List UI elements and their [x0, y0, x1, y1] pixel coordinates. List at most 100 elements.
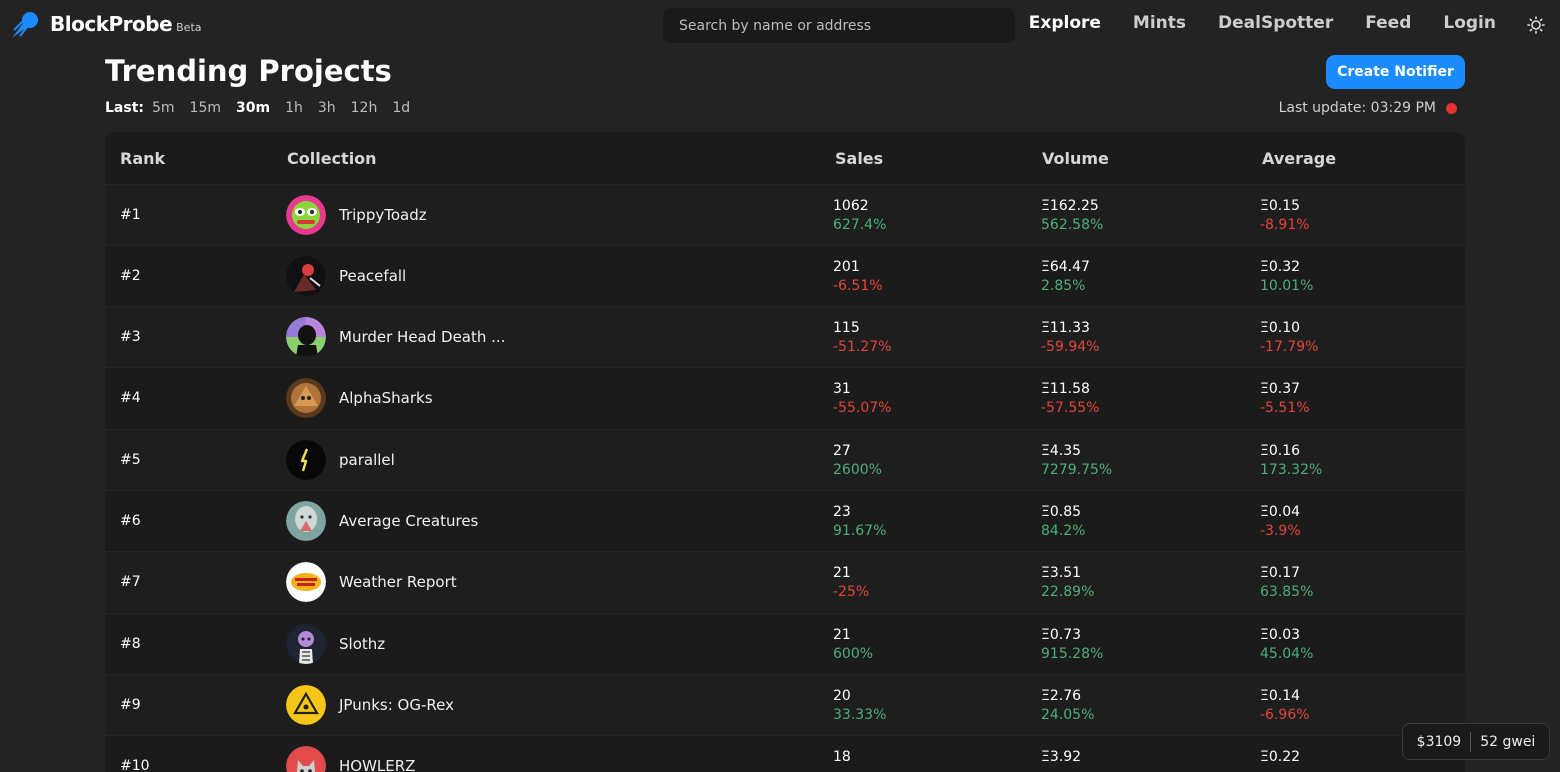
collection-name[interactable]: parallel — [339, 451, 395, 469]
collection-name[interactable]: JPunks: OG-Rex — [339, 696, 454, 714]
sloth-avatar[interactable] — [286, 624, 326, 664]
avg-cell: Ξ0.17 63.85% — [1260, 564, 1313, 602]
brand-name: BlockProbe — [50, 12, 173, 36]
range-12h[interactable]: 12h — [351, 100, 378, 116]
shark-avatar[interactable] — [286, 378, 326, 418]
avg-value: Ξ0.04 — [1260, 504, 1301, 520]
sales-change: -6.51% — [833, 278, 883, 294]
table-row[interactable]: #9 JPunks: OG-Rex 20 33.33% Ξ2.76 24.05%… — [105, 674, 1465, 735]
sales-value: 21 — [833, 565, 851, 581]
toad-avatar[interactable] — [286, 195, 326, 235]
collection-name[interactable]: Peacefall — [339, 267, 406, 285]
header-collection[interactable]: Collection — [287, 149, 377, 168]
table-row[interactable]: #4 AlphaSharks 31 -55.07% Ξ11.58 -57.55%… — [105, 367, 1465, 428]
avg-value: Ξ0.03 — [1260, 627, 1301, 643]
range-30m[interactable]: 30m — [236, 100, 270, 116]
header-sales[interactable]: Sales — [835, 149, 883, 168]
nav-explore[interactable]: Explore — [1029, 13, 1101, 33]
collection-name[interactable]: AlphaSharks — [339, 389, 433, 407]
avg-value: Ξ0.32 — [1260, 259, 1301, 275]
collection-name[interactable]: Slothz — [339, 635, 385, 653]
nav-mints[interactable]: Mints — [1133, 13, 1186, 33]
vol-change: -59.94% — [1041, 339, 1100, 355]
avg-change: -3.9% — [1260, 523, 1301, 539]
table-row[interactable]: #1 TrippyToadz 1062 627.4% Ξ162.25 562.5… — [105, 184, 1465, 245]
brand-logo[interactable]: BlockProbe Beta — [10, 8, 202, 40]
vol-cell: Ξ162.25 562.58% — [1041, 197, 1103, 235]
search-box[interactable] — [663, 8, 1015, 43]
weather-avatar[interactable] — [286, 562, 326, 602]
vol-cell: Ξ3.51 22.89% — [1041, 564, 1094, 602]
sales-value: 18 — [833, 749, 851, 765]
vol-change: 24.05% — [1041, 707, 1095, 723]
collection-name[interactable]: HOWLERZ — [339, 757, 415, 772]
vol-value: Ξ0.85 — [1041, 504, 1082, 520]
rank: #6 — [120, 513, 141, 529]
sales-change: -51.27% — [833, 339, 892, 355]
search-input[interactable] — [679, 17, 1015, 34]
range-15m[interactable]: 15m — [190, 100, 221, 116]
avg-cell: Ξ0.16 173.32% — [1260, 442, 1322, 480]
vol-value: Ξ11.33 — [1041, 320, 1090, 336]
collection-name[interactable]: Murder Head Death ... — [339, 328, 505, 346]
table-header: Rank Collection Sales Volume Average — [105, 132, 1465, 184]
vol-value: Ξ64.47 — [1041, 259, 1090, 275]
header-rank[interactable]: Rank — [120, 149, 165, 168]
avg-value: Ξ0.14 — [1260, 688, 1301, 704]
range-1h[interactable]: 1h — [285, 100, 303, 116]
rank: #7 — [120, 574, 141, 590]
jpunks-avatar[interactable] — [286, 685, 326, 725]
sales-cell: 27 2600% — [833, 442, 882, 480]
nav-dealspotter[interactable]: DealSpotter — [1218, 13, 1333, 33]
sales-cell: 1062 627.4% — [833, 197, 886, 235]
collection-name[interactable]: Weather Report — [339, 573, 457, 591]
parallel-avatar[interactable] — [286, 440, 326, 480]
table-row[interactable]: #2 Peacefall 201 -6.51% Ξ64.47 2.85% Ξ0.… — [105, 245, 1465, 306]
table-row[interactable]: #8 Slothz 21 600% Ξ0.73 915.28% Ξ0.03 45… — [105, 613, 1465, 674]
page-title: Trending Projects — [105, 54, 392, 88]
nav-feed[interactable]: Feed — [1365, 13, 1411, 33]
vol-cell: Ξ0.73 915.28% — [1041, 626, 1103, 664]
gas-widget[interactable]: $3109 52 gwei — [1402, 723, 1550, 760]
eth-price: $3109 — [1416, 733, 1462, 750]
sales-change: -55.07% — [833, 400, 892, 416]
table-row[interactable]: #3 Murder Head Death ... 115 -51.27% Ξ11… — [105, 306, 1465, 367]
collection-name[interactable]: Average Creatures — [339, 512, 478, 530]
sales-cell: 201 -6.51% — [833, 258, 883, 296]
vol-change: 7279.75% — [1041, 462, 1113, 478]
sales-cell: 23 91.67% — [833, 503, 886, 541]
beta-badge: Beta — [176, 20, 202, 34]
avg-value: Ξ0.22 — [1260, 749, 1301, 765]
range-3h[interactable]: 3h — [318, 100, 336, 116]
create-notifier-button[interactable]: Create Notifier — [1326, 55, 1465, 89]
silhouette-avatar[interactable] — [286, 317, 326, 357]
range-5m[interactable]: 5m — [152, 100, 175, 116]
sales-value: 1062 — [833, 198, 869, 214]
wolf-avatar[interactable] — [286, 746, 326, 772]
sun-icon[interactable] — [1527, 16, 1545, 34]
comet-logo-icon — [12, 12, 38, 38]
table-row[interactable]: #7 Weather Report 21 -25% Ξ3.51 22.89% Ξ… — [105, 551, 1465, 612]
table-row[interactable]: #6 Average Creatures 23 91.67% Ξ0.85 84.… — [105, 490, 1465, 551]
trending-table: Rank Collection Sales Volume Average #1 … — [105, 132, 1465, 772]
header-average[interactable]: Average — [1262, 149, 1336, 168]
table-row[interactable]: #10 HOWLERZ 18 Ξ3.92 Ξ0.22 — [105, 735, 1465, 772]
avg-value: Ξ0.10 — [1260, 320, 1301, 336]
sales-change: 2600% — [833, 462, 882, 478]
warrior-avatar[interactable] — [286, 256, 326, 296]
avg-value: Ξ0.17 — [1260, 565, 1301, 581]
header-volume[interactable]: Volume — [1042, 149, 1109, 168]
sales-change: 627.4% — [833, 217, 887, 233]
top-nav: BlockProbe Beta Explore Mints DealSpotte… — [0, 0, 1560, 52]
sales-value: 20 — [833, 688, 851, 704]
sales-change: -25% — [833, 584, 870, 600]
nav-login[interactable]: Login — [1443, 13, 1496, 33]
creature-avatar[interactable] — [286, 501, 326, 541]
sales-cell: 18 — [833, 748, 851, 767]
collection-name[interactable]: TrippyToadz — [339, 206, 427, 224]
avg-cell: Ξ0.15 -8.91% — [1260, 197, 1310, 235]
table-row[interactable]: #5 parallel 27 2600% Ξ4.35 7279.75% Ξ0.1… — [105, 429, 1465, 490]
vol-cell: Ξ4.35 7279.75% — [1041, 442, 1112, 480]
range-1d[interactable]: 1d — [392, 100, 410, 116]
avg-change: 10.01% — [1260, 278, 1314, 294]
